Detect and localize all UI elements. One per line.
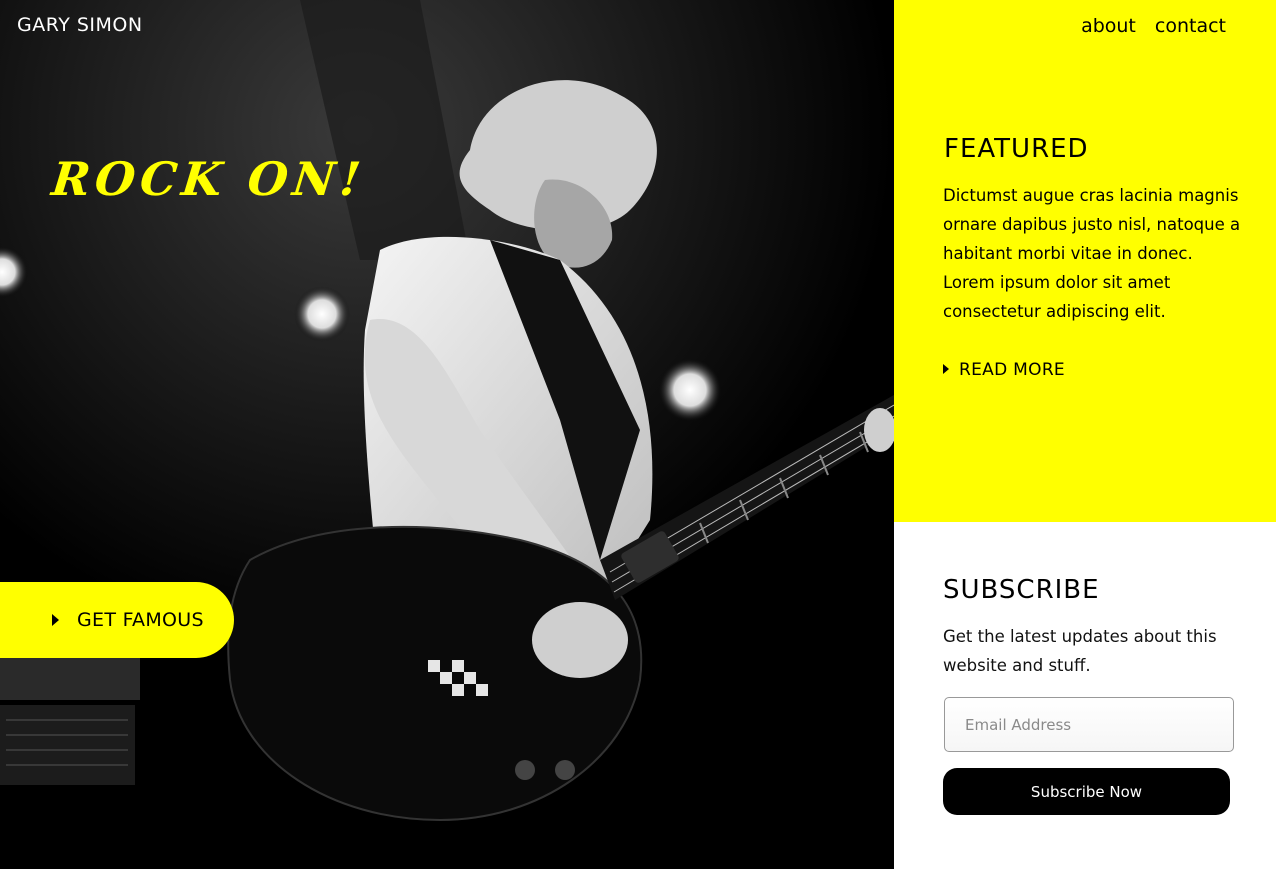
read-more-label: READ MORE [959,360,1065,380]
hero-section: GARY SIMON ROCK ON! GET FAMOUS [0,0,894,869]
read-more-link[interactable]: READ MORE [943,360,1065,380]
hero-photo [0,0,894,869]
nav-item-contact[interactable]: contact [1155,15,1226,37]
email-input[interactable] [944,697,1234,752]
hero-tagline: ROCK ON! [49,152,369,206]
featured-panel: FEATURED Dictumst augue cras lacinia mag… [894,0,1276,522]
subscribe-heading: SUBSCRIBE [943,575,1100,605]
subscribe-button[interactable]: Subscribe Now [943,768,1230,815]
get-famous-label: GET FAMOUS [77,609,204,631]
nav-item-about[interactable]: about [1081,15,1136,37]
site-brand[interactable]: GARY SIMON [17,14,143,36]
featured-body: Dictumst augue cras lacinia magnis ornar… [943,186,1241,321]
play-triangle-icon [52,614,59,626]
main-nav: about contact [1081,15,1226,37]
play-triangle-icon [943,364,949,374]
featured-heading: FEATURED [944,134,1089,164]
subscribe-panel: SUBSCRIBE Get the latest updates about t… [894,522,1276,869]
subscribe-body: Get the latest updates about this websit… [943,627,1217,675]
get-famous-button[interactable]: GET FAMOUS [0,582,234,658]
